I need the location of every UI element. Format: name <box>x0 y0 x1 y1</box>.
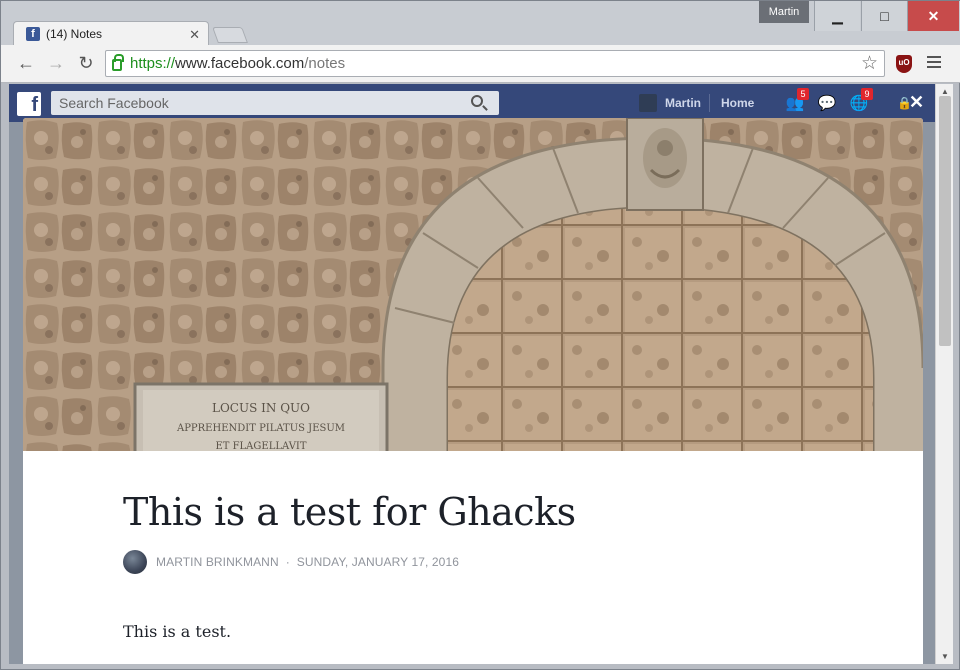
note-content: This is a test for Ghacks MARTIN BRINKMA… <box>123 490 823 641</box>
cover-photo: LOCUS IN QUO APPREHENDIT PILATUS JESUM E… <box>23 118 923 451</box>
page-scrollbar[interactable]: ▲ ▼ <box>935 84 953 664</box>
author-name-link[interactable]: MARTIN BRINKMANN <box>156 555 279 569</box>
maximize-button[interactable]: □ <box>861 1 907 31</box>
author-avatar[interactable] <box>123 550 147 574</box>
tab-title: (14) Notes <box>46 27 103 41</box>
tab-close-icon[interactable]: ✕ <box>189 27 200 43</box>
ublock-extension-icon[interactable]: uO <box>896 55 912 73</box>
close-note-icon[interactable]: ✕ <box>909 92 924 113</box>
scroll-down-icon[interactable]: ▼ <box>941 652 949 661</box>
url-protocol: https:// <box>130 55 176 72</box>
note-body-text: This is a test. <box>123 622 232 641</box>
title-bar: Martin ▁ □ ✕ f (14) Notes ✕ <box>1 1 960 46</box>
note-meta: MARTIN BRINKMANN · SUNDAY, JANUARY 17, 2… <box>123 550 823 574</box>
minimize-button[interactable]: ▁ <box>814 1 860 31</box>
friend-requests-icon[interactable]: 👥 5 <box>785 88 809 112</box>
home-link[interactable]: Home <box>721 96 754 110</box>
page-viewport: f Search Facebook Martin Home 👥 5 💬 🌐 9 … <box>9 84 935 664</box>
note-modal: LOCUS IN QUO APPREHENDIT PILATUS JESUM E… <box>23 118 923 664</box>
plaque-line-2: APPREHENDIT PILATUS JESUM <box>176 423 345 434</box>
note-date-link[interactable]: SUNDAY, JANUARY 17, 2016 <box>297 555 459 569</box>
background-page-right <box>921 122 935 662</box>
browser-toolbar: ← → ↻ https://www.facebook.com/notes ☆ u… <box>1 45 960 83</box>
new-tab-button[interactable] <box>212 27 248 43</box>
meta-separator: · <box>285 555 290 569</box>
notifications-icon[interactable]: 🌐 9 <box>849 88 873 112</box>
profile-avatar[interactable] <box>639 94 657 112</box>
chrome-menu-icon[interactable] <box>927 56 941 71</box>
url-path: /notes <box>304 55 346 72</box>
secure-lock-icon <box>112 54 124 71</box>
url-text: https://www.facebook.com/notes <box>130 55 345 72</box>
plaque-line-1: LOCUS IN QUO <box>212 401 310 415</box>
tab-notes[interactable]: f (14) Notes ✕ <box>13 21 209 46</box>
scrollbar-thumb[interactable] <box>939 96 951 346</box>
background-page-left <box>9 122 23 662</box>
friend-requests-badge: 5 <box>797 88 809 100</box>
bookmark-star-icon[interactable]: ☆ <box>861 52 878 75</box>
search-icon[interactable] <box>471 95 483 107</box>
notifications-badge: 9 <box>861 88 873 100</box>
search-placeholder: Search Facebook <box>59 95 169 111</box>
scroll-up-icon[interactable]: ▲ <box>941 87 949 96</box>
profile-name-link[interactable]: Martin <box>665 96 701 110</box>
note-title: This is a test for Ghacks <box>123 490 576 534</box>
plaque-line-3: ET FLAGELLAVIT <box>215 441 306 451</box>
address-bar[interactable]: https://www.facebook.com/notes <box>105 50 885 77</box>
forward-arrow-icon[interactable]: → <box>45 53 67 74</box>
facebook-search-input[interactable]: Search Facebook <box>51 91 499 115</box>
url-host: www.facebook.com <box>175 55 305 72</box>
close-window-button[interactable]: ✕ <box>907 1 959 31</box>
messages-icon[interactable]: 💬 <box>817 94 837 112</box>
back-arrow-icon[interactable]: ← <box>15 53 37 74</box>
nav-divider <box>709 94 710 112</box>
reload-icon[interactable]: ↻ <box>75 53 97 74</box>
browser-window: Martin ▁ □ ✕ f (14) Notes ✕ ← → ↻ https:… <box>0 0 960 670</box>
profile-badge[interactable]: Martin <box>759 1 809 23</box>
facebook-favicon-icon: f <box>26 27 40 41</box>
facebook-top-bar: f Search Facebook Martin Home 👥 5 💬 🌐 9 … <box>9 84 935 122</box>
facebook-logo-icon[interactable]: f <box>17 92 41 116</box>
